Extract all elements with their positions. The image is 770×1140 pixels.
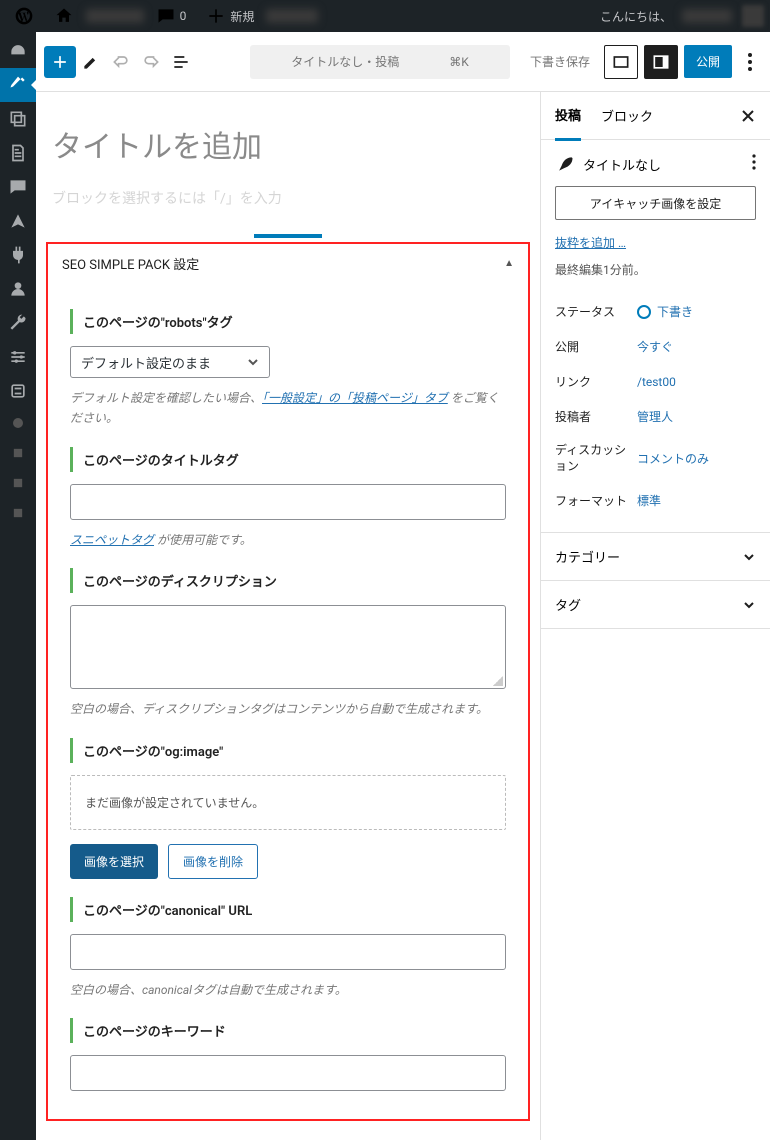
feather-icon (555, 154, 575, 174)
discussion-value[interactable]: コメントのみ (637, 443, 709, 474)
admin-menu (0, 32, 36, 1140)
menu-sub2[interactable] (0, 438, 36, 468)
menu-plugins[interactable] (0, 238, 36, 272)
author-value[interactable]: 管理人 (637, 408, 673, 425)
snippet-tag-link[interactable]: スニペットタグ (70, 533, 154, 547)
undo-button[interactable] (106, 47, 136, 77)
editor-header: タイトルなし・投稿 ⌘K 下書き保存 公開 (36, 32, 770, 92)
status-dot-icon (637, 305, 651, 319)
tab-post[interactable]: 投稿 (555, 92, 581, 141)
save-draft-button[interactable]: 下書き保存 (522, 53, 598, 70)
admin-bar: xxxxxxx 0 新規 xxxxxx こんにちは、 (0, 0, 770, 32)
status-value[interactable]: 下書き (637, 303, 693, 320)
menu-extra1[interactable] (0, 374, 36, 408)
publish-value[interactable]: 今すぐ (637, 338, 673, 355)
permalink-value[interactable]: /test00 (637, 373, 676, 390)
wp-logo[interactable] (6, 6, 42, 26)
remove-image-button[interactable]: 画像を削除 (168, 844, 258, 879)
seo-panel-header[interactable]: SEO SIMPLE PACK 設定 ▲ (48, 244, 528, 283)
publish-button[interactable]: 公開 (684, 45, 732, 78)
metabox-tab-indicator (46, 234, 530, 238)
preview-button[interactable] (604, 45, 638, 79)
avatar[interactable] (742, 5, 764, 27)
title-tag-label: このページのタイトルタグ (70, 447, 506, 472)
sidebar-toggle[interactable] (644, 45, 678, 79)
add-block-button[interactable] (44, 46, 76, 78)
ogimage-label: このページの"og:image" (70, 738, 506, 763)
chevron-down-icon (742, 550, 756, 564)
set-featured-image-button[interactable]: アイキャッチ画像を設定 (555, 186, 756, 220)
select-image-button[interactable]: 画像を選択 (70, 844, 158, 879)
menu-appearance[interactable] (0, 204, 36, 238)
site-name[interactable]: xxxxxxx (86, 9, 144, 23)
title-tag-input[interactable] (70, 484, 506, 520)
chevron-down-icon (247, 356, 259, 368)
username[interactable] (682, 9, 732, 23)
chevron-down-icon (742, 598, 756, 612)
menu-sub1[interactable] (0, 408, 36, 438)
edit-tool[interactable] (76, 47, 106, 77)
comments-icon[interactable]: 0 (148, 6, 195, 26)
menu-sub3[interactable] (0, 468, 36, 498)
description-textarea[interactable] (70, 605, 506, 689)
new-button[interactable]: 新規 (198, 6, 262, 26)
robots-select[interactable]: デフォルト設定のまま (70, 346, 270, 378)
command-bar[interactable]: タイトルなし・投稿 ⌘K (250, 45, 510, 79)
category-panel[interactable]: カテゴリー (541, 533, 770, 581)
tab-block[interactable]: ブロック (601, 92, 653, 139)
canonical-help: 空白の場合、canonicalタグは自動で生成されます。 (70, 980, 506, 1000)
menu-settings[interactable] (0, 340, 36, 374)
redo-button[interactable] (136, 47, 166, 77)
menu-pages[interactable] (0, 136, 36, 170)
panel-toggle-icon: ▲ (504, 258, 514, 269)
menu-users[interactable] (0, 272, 36, 306)
document-title: タイトルなし (583, 155, 661, 174)
extra-item[interactable]: xxxxxx (266, 9, 318, 23)
robots-help: デフォルト設定を確認したい場合、「一般設定」の「投稿ページ」タブ をご覧ください… (70, 388, 506, 429)
add-excerpt-link[interactable]: 抜粋を追加 … (555, 234, 626, 251)
keyword-input[interactable] (70, 1055, 506, 1091)
description-label: このページのディスクリプション (70, 568, 506, 593)
canonical-input[interactable] (70, 934, 506, 970)
home-icon[interactable] (46, 6, 82, 26)
tag-panel[interactable]: タグ (541, 581, 770, 629)
comments-count: 0 (180, 9, 187, 23)
editor-canvas: タイトルを追加 ブロックを選択するには「/」を入力 SEO SIMPLE PAC… (36, 92, 540, 1140)
keyword-label: このページのキーワード (70, 1018, 506, 1043)
menu-dashboard[interactable] (0, 34, 36, 68)
doc-more-icon[interactable] (752, 154, 756, 174)
post-title-input[interactable]: タイトルを追加 (46, 102, 530, 178)
greeting: こんにちは、 (600, 8, 672, 25)
format-value[interactable]: 標準 (637, 492, 661, 509)
general-settings-link[interactable]: 「一般設定」の「投稿ページ」タブ (262, 391, 448, 405)
last-edited: 最終編集1分前。 (555, 261, 756, 278)
block-placeholder[interactable]: ブロックを選択するには「/」を入力 (46, 178, 530, 234)
outline-button[interactable] (166, 47, 196, 77)
more-menu[interactable] (738, 53, 762, 71)
settings-sidebar: 投稿 ブロック タイトルなし アイキャッチ画像を設定 抜粋を追加 … 最終編集1… (540, 92, 770, 1140)
menu-sub4[interactable] (0, 498, 36, 528)
seo-metabox: SEO SIMPLE PACK 設定 ▲ このページの"robots"タグ デフ… (46, 242, 530, 1121)
menu-comments[interactable] (0, 170, 36, 204)
canonical-label: このページの"canonical" URL (70, 897, 506, 922)
menu-media[interactable] (0, 102, 36, 136)
menu-posts[interactable] (0, 68, 36, 102)
menu-tools[interactable] (0, 306, 36, 340)
robots-label: このページの"robots"タグ (70, 309, 506, 334)
description-help: 空白の場合、ディスクリプションタグはコンテンツから自動で生成されます。 (70, 699, 506, 719)
close-sidebar-icon[interactable] (740, 108, 756, 124)
ogimage-empty: まだ画像が設定されていません。 (70, 775, 506, 830)
